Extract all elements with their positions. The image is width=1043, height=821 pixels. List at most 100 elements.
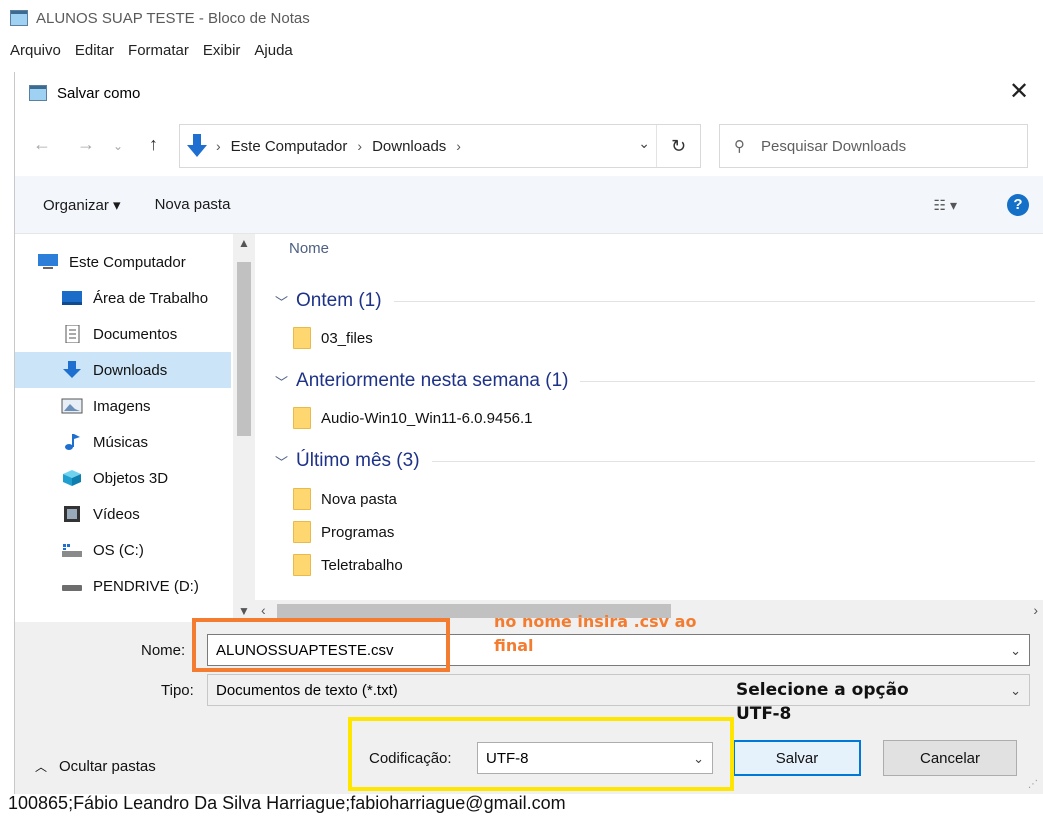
group-divider	[580, 380, 1035, 382]
encoding-select[interactable]: UTF-8 ⌄	[477, 742, 713, 774]
scrollbar-thumb[interactable]	[237, 262, 251, 436]
menu-ajuda[interactable]: Ajuda	[254, 42, 292, 66]
chevron-down-icon[interactable]: ⌄	[1010, 683, 1021, 699]
file-name: 03_files	[321, 329, 373, 347]
list-item[interactable]: 03_files	[293, 323, 373, 353]
notepad-icon	[10, 10, 28, 26]
search-icon: ⚲	[734, 138, 745, 155]
chevron-down-icon[interactable]: ⌄	[1010, 643, 1021, 659]
group-header-ontem[interactable]: ﹀ Ontem (1)	[275, 286, 1035, 316]
hide-folders-toggle[interactable]: ︿ Ocultar pastas	[35, 758, 156, 775]
encoding-value: UTF-8	[486, 749, 529, 767]
refresh-icon[interactable]: ↻	[656, 125, 700, 167]
search-box[interactable]: ⚲ Pesquisar Downloads	[719, 124, 1028, 168]
organize-button[interactable]: Organizar ▾	[43, 196, 121, 214]
name-label: Nome:	[141, 642, 186, 659]
group-label: Ontem (1)	[296, 290, 382, 311]
nav-item-label: Imagens	[93, 397, 151, 415]
nav-item-label: Músicas	[93, 433, 149, 451]
list-item[interactable]: Programas	[293, 517, 394, 547]
breadcrumb-este-computador[interactable]: Este Computador	[231, 138, 348, 155]
menu-arquivo[interactable]: Arquivo	[10, 42, 61, 66]
dialog-title: Salvar como	[57, 84, 141, 102]
help-icon[interactable]: ?	[1007, 194, 1029, 216]
up-arrow-icon[interactable]: ↑	[149, 134, 158, 155]
notepad-title: ALUNOS SUAP TESTE - Bloco de Notas	[36, 9, 310, 27]
list-item[interactable]: Audio-Win10_Win11-6.0.9456.1	[293, 403, 533, 433]
file-name-value: ALUNOSSUAPTESTE.csv	[216, 641, 394, 659]
encoding-annotation-line1: Selecione a opção	[736, 680, 909, 700]
address-dropdown-icon[interactable]: ⌄	[638, 135, 650, 152]
nav-item-este-computador[interactable]: Este Computador	[15, 244, 231, 280]
breadcrumb-separator: ›	[357, 138, 363, 154]
menu-editar[interactable]: Editar	[75, 42, 114, 66]
breadcrumb-separator: ›	[216, 138, 221, 154]
address-bar[interactable]: › Este Computador › Downloads › ⌄ ↻	[179, 124, 701, 168]
name-annotation: no nome insira .csv ao final	[494, 610, 696, 658]
file-type-value: Documentos de texto (*.txt)	[216, 681, 398, 699]
notepad-text-line: 100865;Fábio Leandro Da Silva Harriague;…	[8, 793, 566, 813]
cancel-button[interactable]: Cancelar	[883, 740, 1017, 776]
close-icon[interactable]: ✕	[1005, 80, 1033, 106]
list-item[interactable]: Nova pasta	[293, 484, 397, 514]
type-label: Tipo:	[161, 682, 194, 699]
save-button[interactable]: Salvar	[733, 740, 861, 776]
breadcrumb-downloads[interactable]: Downloads	[372, 138, 446, 155]
nav-pane-scrollbar[interactable]: ▲ ▼	[233, 234, 255, 622]
nav-item-documentos[interactable]: Documentos	[15, 316, 231, 352]
chevron-down-icon: ﹀	[275, 454, 289, 470]
file-name: Audio-Win10_Win11-6.0.9456.1	[321, 409, 533, 427]
name-annotation-line1: no nome insira .csv ao	[494, 612, 697, 631]
file-list-pane: Nome ﹀ Ontem (1) 03_files ﹀ Anteriorment…	[271, 234, 1043, 600]
folder-icon	[293, 554, 311, 576]
group-label: Último mês (3)	[296, 450, 420, 471]
forward-arrow-icon[interactable]: →	[77, 134, 95, 155]
pictures-icon	[61, 398, 83, 414]
scroll-right-icon[interactable]: ›	[1033, 602, 1038, 618]
back-arrow-icon[interactable]: ←	[33, 134, 51, 155]
encoding-annotation: Selecione a opção UTF-8	[736, 678, 909, 726]
downloads-icon	[187, 134, 207, 157]
notepad-icon	[29, 85, 47, 101]
recent-chevron-icon[interactable]: ⌄	[113, 139, 123, 153]
folder-icon	[293, 488, 311, 510]
chevron-down-icon[interactable]: ⌄	[693, 751, 704, 767]
group-divider	[431, 460, 1035, 462]
videos-icon	[64, 506, 80, 522]
resize-grip-icon[interactable]: ⋰	[1028, 779, 1039, 790]
menu-formatar[interactable]: Formatar	[128, 42, 189, 66]
notepad-titlebar: ALUNOS SUAP TESTE - Bloco de Notas	[0, 0, 1043, 36]
nav-item-area-de-trabalho[interactable]: Área de Trabalho	[15, 280, 231, 316]
nav-item-videos[interactable]: Vídeos	[15, 496, 231, 532]
scroll-up-icon[interactable]: ▲	[238, 236, 250, 250]
group-header-ultimo-mes[interactable]: ﹀ Último mês (3)	[275, 446, 1035, 476]
nav-item-os-c[interactable]: OS (C:)	[15, 532, 231, 568]
search-input[interactable]: Pesquisar Downloads	[761, 138, 906, 155]
menu-exibir[interactable]: Exibir	[203, 42, 241, 66]
hide-folders-label: Ocultar pastas	[59, 758, 156, 775]
nav-item-imagens[interactable]: Imagens	[15, 388, 231, 424]
folder-icon	[293, 407, 311, 429]
nav-item-pendrive-d[interactable]: PENDRIVE (D:)	[15, 568, 231, 604]
new-folder-button[interactable]: Nova pasta	[155, 196, 231, 213]
scroll-down-icon[interactable]: ▼	[238, 604, 250, 618]
nav-item-musicas[interactable]: Músicas	[15, 424, 231, 460]
nav-item-objetos-3d[interactable]: Objetos 3D	[15, 460, 231, 496]
view-options-icon[interactable]: ☷ ▾	[934, 197, 957, 214]
list-item[interactable]: Teletrabalho	[293, 550, 403, 580]
nav-item-label: Este Computador	[69, 253, 186, 271]
objects3d-icon	[63, 470, 81, 486]
usb-drive-icon	[62, 585, 82, 591]
folder-icon	[293, 327, 311, 349]
group-header-anteriormente[interactable]: ﹀ Anteriormente nesta semana (1)	[275, 366, 1035, 396]
nav-item-downloads[interactable]: Downloads	[15, 352, 231, 388]
documents-icon	[65, 325, 80, 343]
encoding-annotation-line2: UTF-8	[736, 704, 792, 724]
column-header-nome[interactable]: Nome	[289, 240, 329, 257]
scroll-left-icon[interactable]: ‹	[261, 602, 266, 618]
nav-item-label: Objetos 3D	[93, 469, 169, 487]
nav-item-label: Área de Trabalho	[93, 289, 209, 307]
nav-item-label: PENDRIVE (D:)	[93, 577, 199, 595]
nav-item-label: OS (C:)	[93, 541, 144, 559]
desktop-icon	[62, 291, 82, 305]
